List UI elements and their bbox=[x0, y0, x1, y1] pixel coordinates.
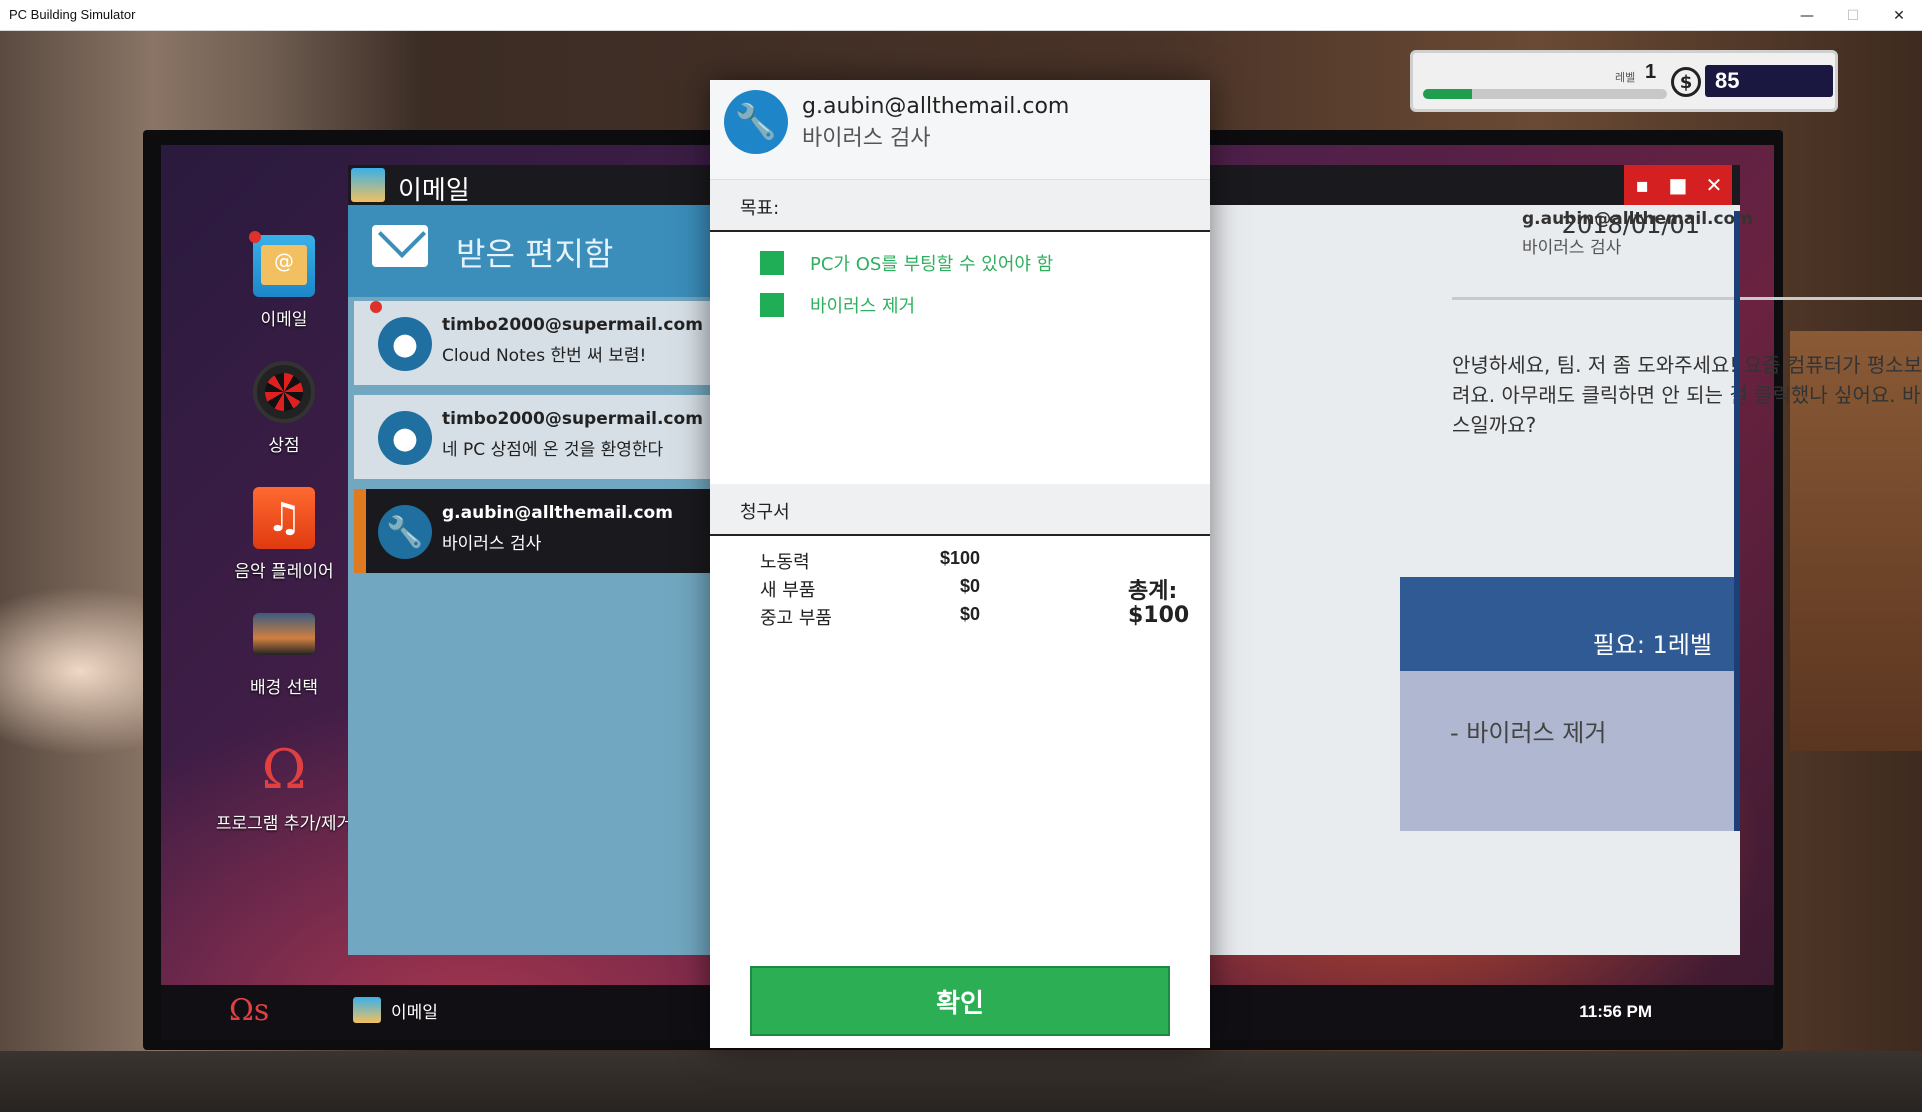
minimize-app-button[interactable]: ▪ bbox=[1624, 165, 1660, 205]
objective-checkbox-icon bbox=[760, 251, 784, 275]
mail-list-item-selected[interactable]: 🔧 g.aubin@allthemail.com 바이러스 검사 bbox=[354, 489, 712, 573]
desk bbox=[0, 1051, 1922, 1112]
required-level: 필요: 1레벨 bbox=[1592, 631, 1712, 659]
job-info-panel: 필요: 1레벨 bbox=[1400, 577, 1740, 671]
invoice-title: 청구서 bbox=[740, 502, 790, 523]
unread-dot bbox=[370, 301, 382, 313]
clock: 11:56 PM bbox=[1579, 1002, 1652, 1021]
inbox-title: 받은 편지함 bbox=[456, 235, 614, 273]
dialog-from: g.aubin@allthemail.com bbox=[802, 94, 1070, 119]
confirm-button[interactable]: 확인 bbox=[750, 966, 1170, 1036]
window-title: PC Building Simulator bbox=[9, 7, 136, 22]
start-omega-icon[interactable]: Ωs bbox=[229, 993, 269, 1028]
notification-dot bbox=[249, 231, 261, 243]
inbox-column: 받은 편지함 ● timbo2000@supermail.com Cloud N… bbox=[348, 205, 712, 955]
desktop-icon-shop[interactable]: 상점 bbox=[209, 361, 359, 456]
omega-os-icon: Ω bbox=[261, 738, 307, 801]
desktop-icon-email[interactable]: 이메일 bbox=[209, 235, 359, 330]
wallpaper-icon bbox=[253, 613, 315, 655]
invoice-row: 노동력 $100 bbox=[760, 548, 980, 574]
objective-checkbox-icon bbox=[760, 293, 784, 317]
invoice-label: 새 부품 bbox=[760, 580, 816, 601]
desktop-icon-label: 상점 bbox=[268, 436, 300, 456]
envelope-icon bbox=[372, 225, 428, 267]
invoice-row: 중고 부품 $0 bbox=[760, 604, 980, 630]
close-app-button[interactable]: ✕ bbox=[1696, 165, 1732, 205]
invoice-value: $0 bbox=[959, 576, 980, 596]
desktop-icon-label: 음악 플레이어 bbox=[234, 562, 334, 582]
shop-fan-icon bbox=[253, 361, 315, 423]
desktop-icon-label: 이메일 bbox=[260, 310, 308, 330]
desktop-icon-music[interactable]: ♫ 음악 플레이어 bbox=[209, 487, 359, 582]
objective-item: 바이러스 제거 bbox=[760, 292, 915, 318]
mail-subject: 네 PC 상점에 온 것을 환영한다 bbox=[442, 440, 664, 460]
objective-text: 바이러스 제거 bbox=[810, 296, 916, 317]
invoice-total: 총계: $100 bbox=[1128, 580, 1189, 628]
player-hud: 레벨 1 $ 85 bbox=[1410, 50, 1838, 112]
dialog-subject: 바이러스 검사 bbox=[802, 126, 931, 151]
close-window-button[interactable]: ✕ bbox=[1876, 0, 1922, 31]
mail-list-item[interactable]: ● timbo2000@supermail.com 네 PC 상점에 온 것을 … bbox=[354, 395, 712, 479]
invoice-value: $0 bbox=[959, 604, 980, 624]
xp-progress-fill bbox=[1423, 89, 1472, 99]
objectives-title: 목표: bbox=[740, 198, 780, 219]
invoice-label: 중고 부품 bbox=[760, 608, 832, 629]
music-note-icon: ♫ bbox=[253, 487, 315, 549]
level-label: 레벨 bbox=[1615, 71, 1636, 84]
mail-from: timbo2000@supermail.com bbox=[442, 409, 703, 429]
email-app-icon bbox=[353, 997, 381, 1023]
taskbar-email-item[interactable]: 이메일 bbox=[353, 997, 438, 1023]
job-accept-dialog: 🔧 g.aubin@allthemail.com 바이러스 검사 목표: PC가… bbox=[710, 80, 1210, 1048]
objective-item: PC가 OS를 부팅할 수 있어야 함 bbox=[760, 250, 1053, 276]
desktop-icon-programs[interactable]: Ω 프로그램 추가/제거 bbox=[209, 738, 359, 835]
total-label: 총계: bbox=[1128, 579, 1178, 604]
mail-subject: Cloud Notes 한번 써 보렴! bbox=[442, 346, 647, 366]
reader-body: 안녕하세요, 팀. 저 좀 도와주세요! 요즘 컴퓨터가 평소보다 느려요. 아… bbox=[1452, 353, 1922, 437]
mail-from: timbo2000@supermail.com bbox=[442, 315, 703, 335]
email-app-icon bbox=[253, 235, 315, 297]
inbox-header: 받은 편지함 bbox=[348, 205, 712, 297]
money-display: 85 bbox=[1705, 65, 1833, 97]
maximize-app-button[interactable]: ■ bbox=[1660, 165, 1696, 205]
mail-list-item[interactable]: ● timbo2000@supermail.com Cloud Notes 한번… bbox=[354, 301, 712, 385]
user-avatar-icon: ● bbox=[378, 411, 432, 465]
objectives-header: 목표: bbox=[710, 180, 1210, 232]
wrench-icon: 🔧 bbox=[378, 505, 432, 559]
total-value: $100 bbox=[1128, 603, 1190, 628]
taskbar-item-label: 이메일 bbox=[391, 1002, 438, 1023]
xp-progress-bar bbox=[1423, 89, 1667, 99]
wrench-icon: 🔧 bbox=[724, 90, 788, 154]
desktop-icon-background[interactable]: 배경 선택 bbox=[209, 613, 359, 698]
objective-text: PC가 OS를 부팅할 수 있어야 함 bbox=[810, 254, 1054, 275]
mail-from: g.aubin@allthemail.com bbox=[442, 503, 673, 523]
invoice-label: 노동력 bbox=[760, 552, 810, 573]
mail-subject: 바이러스 검사 bbox=[442, 534, 542, 554]
user-avatar-icon: ● bbox=[378, 317, 432, 371]
goal-item: - 바이러스 제거 bbox=[1450, 719, 1607, 747]
minimize-button[interactable]: — bbox=[1784, 0, 1830, 31]
invoice-row: 새 부품 $0 bbox=[760, 576, 980, 602]
reader-date: 2018/01/01 bbox=[1561, 211, 1700, 239]
desktop-icon-label: 배경 선택 bbox=[250, 678, 318, 698]
invoice-header: 청구서 bbox=[710, 484, 1210, 536]
job-goals-panel: - 바이러스 제거 bbox=[1400, 671, 1740, 831]
email-app-icon bbox=[351, 168, 385, 202]
divider bbox=[1452, 297, 1922, 300]
maximize-button[interactable]: ☐ bbox=[1830, 0, 1876, 31]
desktop-icon-label: 프로그램 추가/제거 bbox=[215, 814, 353, 834]
level-number: 1 bbox=[1645, 61, 1657, 83]
window-titlebar: PC Building Simulator — ☐ ✕ bbox=[0, 0, 1922, 31]
invoice-value: $100 bbox=[939, 548, 980, 568]
scrollbar[interactable] bbox=[1734, 211, 1740, 831]
dialog-header: 🔧 g.aubin@allthemail.com 바이러스 검사 bbox=[710, 80, 1210, 180]
email-app-title: 이메일 bbox=[398, 176, 470, 206]
dollar-coin-icon: $ bbox=[1671, 67, 1701, 97]
